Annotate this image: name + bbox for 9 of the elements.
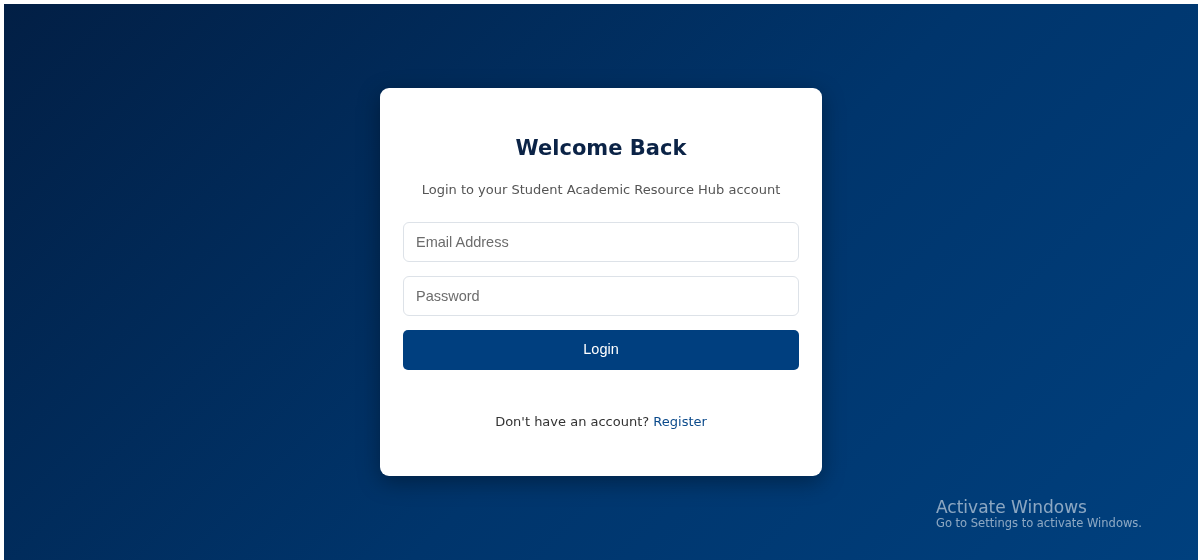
activation-title: Activate Windows [936, 497, 1088, 517]
card-title: Welcome Back [515, 136, 687, 162]
login-button[interactable]: Login [403, 329, 799, 370]
activation-message: Go to Settings to activate Windows. [936, 517, 1142, 532]
email-field[interactable]: Email Address [403, 221, 799, 262]
register-link[interactable]: Register [653, 413, 707, 429]
card-subtitle: Login to your Student Academic Resource Hub account [421, 181, 781, 200]
password-field[interactable]: Password [403, 275, 799, 316]
register-prompt: Don't have an account? [495, 413, 650, 429]
